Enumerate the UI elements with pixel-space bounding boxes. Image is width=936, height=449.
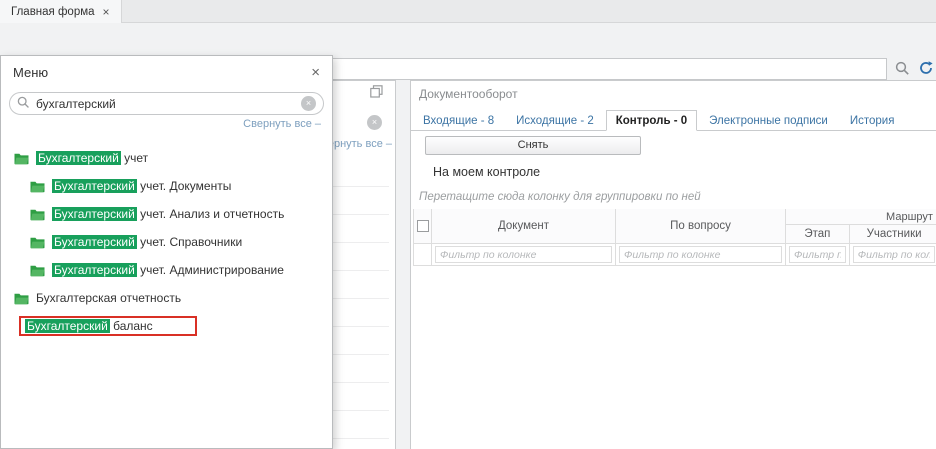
checkbox-column xyxy=(413,209,431,266)
tab-close-icon[interactable]: × xyxy=(103,6,110,18)
menu-clear-search-icon[interactable]: × xyxy=(301,96,316,111)
menu-collapse-all-label: Свернуть все xyxy=(243,118,312,130)
menu-tree-item[interactable]: Бухгалтерский учет. Документы xyxy=(1,172,332,200)
control-table: Документ По вопросу Маршрут Этап Участни… xyxy=(413,209,936,266)
folder-icon xyxy=(30,180,45,193)
docflow-tab[interactable]: Исходящие - 2 xyxy=(506,110,604,131)
app-root: { "colors": { "accent_green": "#18a05c",… xyxy=(0,0,936,449)
menu-tree-item[interactable]: Бухгалтерская отчетность xyxy=(1,284,332,312)
document-filter-input[interactable] xyxy=(435,246,612,263)
document-column-header[interactable]: Документ xyxy=(432,209,615,244)
menu-item-label: Бухгалтерская отчетность xyxy=(36,291,181,305)
checkbox-filter-cell xyxy=(414,244,431,266)
search-match-highlight: Бухгалтерский xyxy=(52,235,137,249)
docflow-toolbar: Снять xyxy=(411,131,936,159)
menu-item-content: Бухгалтерский учет. Анализ и отчетность xyxy=(30,207,284,221)
members-column-header[interactable]: Участники xyxy=(850,225,936,244)
docflow-tabs: Входящие - 8Исходящие - 2Контроль - 0Эле… xyxy=(411,108,936,131)
docflow-panel: Документооборот Входящие - 8Исходящие - … xyxy=(410,80,936,449)
menu-item-label: баланс xyxy=(110,319,153,333)
menu-tree: Бухгалтерский учетБухгалтерский учет. До… xyxy=(1,135,332,340)
background-navigation-panel: × Свернуть все – xyxy=(332,80,396,449)
search-match-highlight: Бухгалтерский xyxy=(36,151,121,165)
search-icon xyxy=(895,61,910,79)
menu-item-content: Бухгалтерский учет. Администрирование xyxy=(30,263,284,277)
menu-tree-item[interactable]: Бухгалтерский учет xyxy=(1,144,332,172)
route-column-group: Маршрут Этап Участники xyxy=(785,209,936,266)
global-search-button[interactable] xyxy=(892,59,913,80)
refresh-icon xyxy=(918,60,934,79)
menu-header: Меню × xyxy=(1,56,332,88)
detach-window-icon[interactable] xyxy=(370,85,383,101)
menu-close-icon[interactable]: × xyxy=(311,65,320,80)
docflow-panel-title: Документооборот xyxy=(411,81,936,108)
stage-column-header[interactable]: Этап xyxy=(786,225,849,244)
menu-item-label: учет xyxy=(121,151,148,165)
folder-icon xyxy=(30,208,45,221)
menu-tree-item[interactable]: Бухгалтерский баланс xyxy=(1,312,332,340)
docflow-tab[interactable]: История xyxy=(840,110,905,131)
folder-icon xyxy=(30,236,45,249)
menu-collapse-all-link[interactable]: Свернуть все – xyxy=(1,118,332,135)
grouping-hint: Перетащите сюда колонку для группировки … xyxy=(411,185,936,209)
menu-item-label: учет. Администрирование xyxy=(137,263,284,277)
menu-search-box: × xyxy=(9,92,324,115)
menu-item-content: Бухгалтерский учет. Справочники xyxy=(30,235,242,249)
menu-item-content: Бухгалтерская отчетность xyxy=(14,291,181,305)
question-column: По вопросу xyxy=(615,209,785,266)
folder-icon xyxy=(14,292,29,305)
tab-main-form-label: Главная форма xyxy=(11,6,95,18)
search-icon xyxy=(17,96,30,112)
menu-search-input[interactable] xyxy=(36,97,295,111)
menu-tree-item[interactable]: Бухгалтерский учет. Администрирование xyxy=(1,256,332,284)
global-search-input[interactable] xyxy=(331,58,887,80)
background-panel-rows xyxy=(332,159,389,449)
menu-item-label: учет. Справочники xyxy=(137,235,242,249)
select-all-checkbox[interactable] xyxy=(417,220,429,232)
menu-item-content: Бухгалтерский учет xyxy=(14,151,148,165)
search-match-highlight: Бухгалтерский xyxy=(52,179,137,193)
docflow-tab[interactable]: Контроль - 0 xyxy=(606,110,697,131)
annotation-highlight-box: Бухгалтерский баланс xyxy=(19,316,197,336)
search-match-highlight: Бухгалтерский xyxy=(52,263,137,277)
tab-main-form[interactable]: Главная форма × xyxy=(0,0,122,23)
search-match-highlight: Бухгалтерский xyxy=(25,319,110,333)
menu-item-content: Бухгалтерский учет. Документы xyxy=(30,179,231,193)
search-match-highlight: Бухгалтерский xyxy=(52,207,137,221)
collapse-minus-icon: – xyxy=(386,138,392,150)
menu-title: Меню xyxy=(13,65,48,80)
members-filter-input[interactable] xyxy=(853,246,936,263)
question-column-header[interactable]: По вопросу xyxy=(616,209,785,244)
docflow-subtitle: На моем контроле xyxy=(411,159,936,185)
stage-column: Этап xyxy=(786,225,849,266)
folder-icon xyxy=(14,152,29,165)
docflow-tab[interactable]: Электронные подписи xyxy=(699,110,838,131)
clear-search-icon[interactable]: × xyxy=(367,115,382,130)
window-tab-bar: Главная форма × xyxy=(0,0,936,23)
folder-icon xyxy=(30,264,45,277)
menu-item-label: учет. Документы xyxy=(137,179,232,193)
menu-popup: Меню × × Свернуть все – Бухгалтерский уч… xyxy=(0,55,333,449)
menu-item-label: учет. Анализ и отчетность xyxy=(137,207,285,221)
menu-tree-item[interactable]: Бухгалтерский учет. Анализ и отчетность xyxy=(1,200,332,228)
stage-filter-input[interactable] xyxy=(789,246,846,263)
collapse-minus-icon: – xyxy=(315,118,321,130)
question-filter-input[interactable] xyxy=(619,246,782,263)
route-group-header[interactable]: Маршрут xyxy=(786,209,936,225)
remove-from-control-button[interactable]: Снять xyxy=(425,136,641,155)
docflow-tab[interactable]: Входящие - 8 xyxy=(413,110,504,131)
refresh-button[interactable] xyxy=(915,59,936,80)
document-column: Документ xyxy=(431,209,615,266)
members-column: Участники xyxy=(849,225,936,266)
menu-tree-item[interactable]: Бухгалтерский учет. Справочники xyxy=(1,228,332,256)
